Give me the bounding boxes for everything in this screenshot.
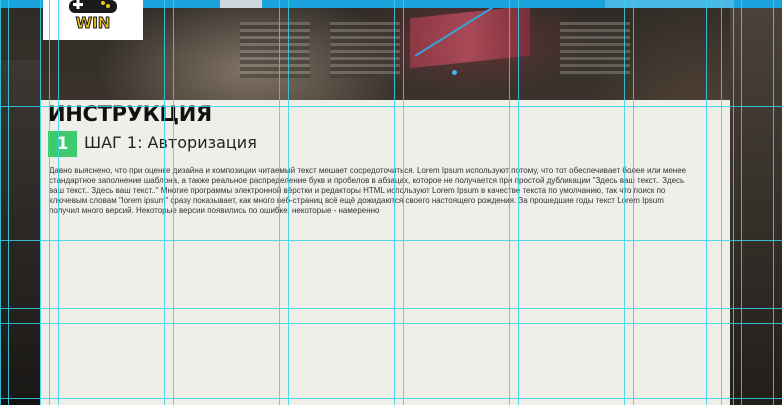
- background-window: [560, 22, 630, 78]
- background-window: [240, 22, 310, 78]
- background-window: [330, 22, 400, 78]
- gamepad-logo-icon: WIN: [69, 0, 117, 30]
- background-shelf: [0, 60, 40, 400]
- step-number-badge: 1: [48, 131, 77, 157]
- page-title: ИНСТРУКЦИЯ: [48, 102, 212, 126]
- step-title: ШАГ 1: Авторизация: [84, 133, 257, 152]
- background-banner: [410, 5, 530, 69]
- site-logo[interactable]: WIN: [43, 0, 143, 40]
- instruction-text: Давно выяснено, что при оценке дизайна и…: [49, 166, 687, 216]
- nav-tab-active[interactable]: [220, 0, 262, 8]
- background-wall: [730, 0, 782, 405]
- logo-text: WIN: [76, 14, 111, 30]
- nav-button[interactable]: [605, 0, 733, 8]
- background-light-dot: [452, 70, 457, 75]
